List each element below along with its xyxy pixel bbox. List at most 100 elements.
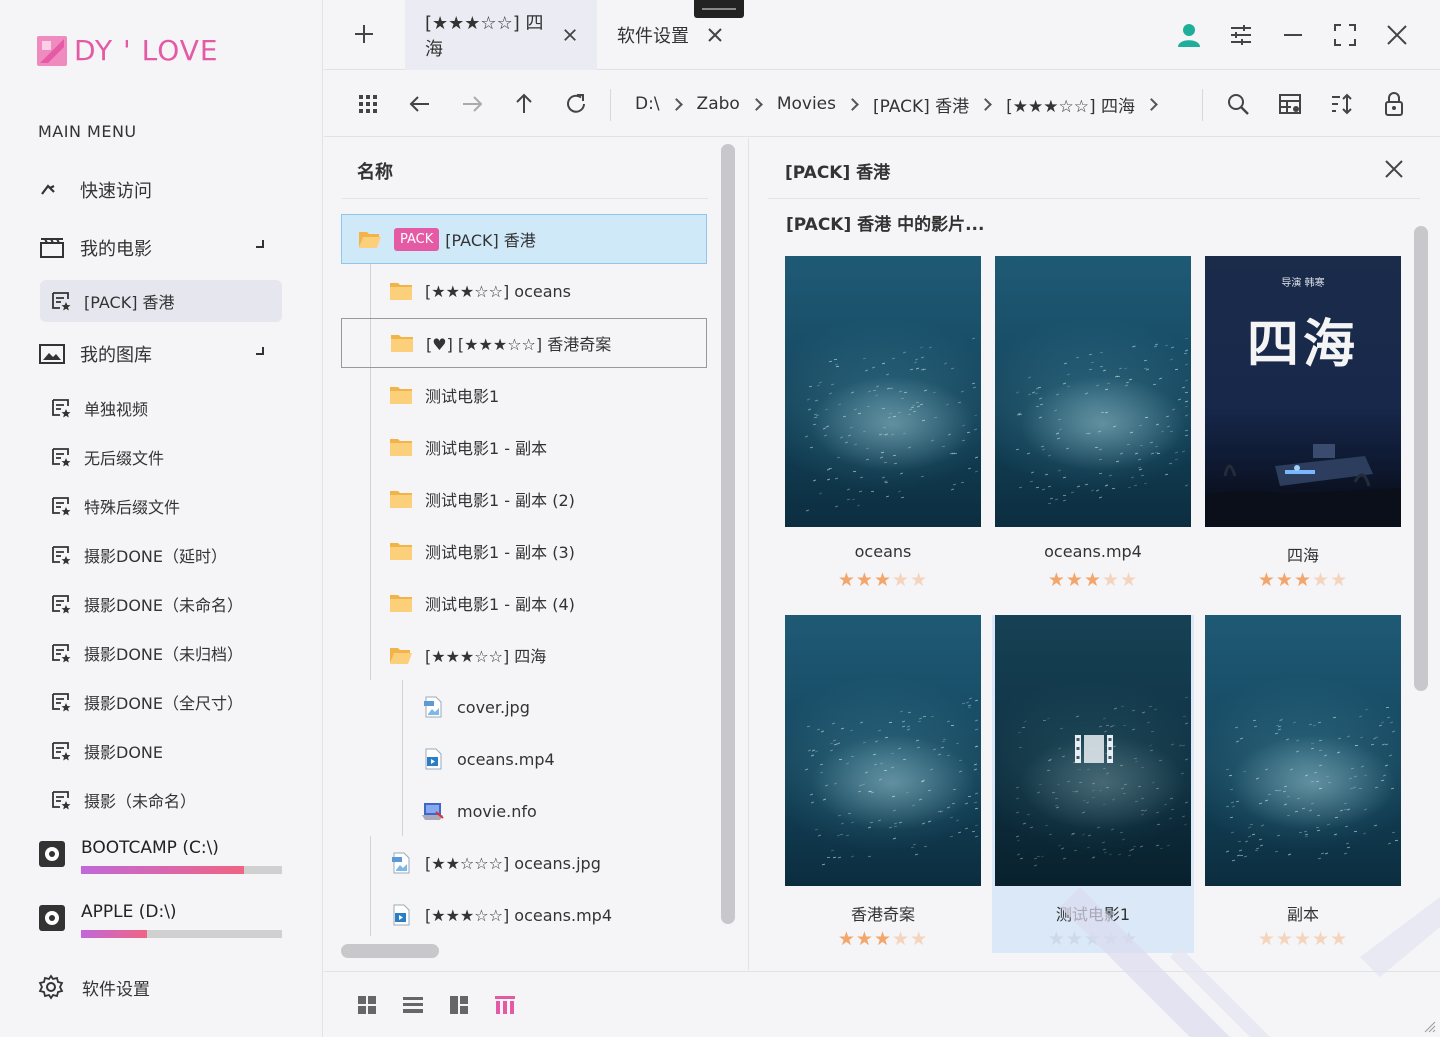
up-arrow-icon[interactable] xyxy=(511,91,537,117)
star-empty-icon[interactable]: ★ xyxy=(1312,569,1330,591)
movie-card[interactable]: 导演 韩寒 四海 四海 ★★★★★ xyxy=(1202,256,1404,594)
tree-row-folder[interactable]: 测试电影1 xyxy=(341,370,707,420)
close-tab-icon[interactable] xyxy=(707,27,723,43)
star-empty-icon[interactable]: ★ xyxy=(1120,569,1138,591)
sidebar-item-gallery-3[interactable]: 摄影DONE（延时） xyxy=(40,534,282,576)
star-empty-icon[interactable]: ★ xyxy=(1276,928,1294,950)
tree-row-folder[interactable]: 测试电影1 - 副本 (3) xyxy=(341,526,707,576)
star-empty-icon[interactable]: ★ xyxy=(1120,928,1138,950)
tree-row-file[interactable]: oceans.mp4 xyxy=(341,734,707,784)
movie-card[interactable]: oceans ★★★★★ xyxy=(782,256,984,594)
window-drag-handle[interactable] xyxy=(694,0,744,18)
star-filled-icon[interactable]: ★ xyxy=(856,928,874,950)
star-empty-icon[interactable]: ★ xyxy=(1258,928,1276,950)
maximize-icon[interactable] xyxy=(1332,22,1358,48)
drive-c[interactable]: BOOTCAMP (C:\) xyxy=(38,838,288,888)
tree-row-folder[interactable]: 测试电影1 - 副本 (4) xyxy=(341,578,707,628)
star-filled-icon[interactable]: ★ xyxy=(856,569,874,591)
star-empty-icon[interactable]: ★ xyxy=(1330,928,1348,950)
tree-row-file[interactable]: [★★☆☆☆] oceans.jpg xyxy=(341,838,707,888)
tree-row-file[interactable]: [★★★☆☆] oceans.mp4 xyxy=(341,890,707,940)
close-window-icon[interactable] xyxy=(1384,22,1410,48)
close-detail-icon[interactable] xyxy=(1383,158,1405,180)
sidebar-item-gallery-5[interactable]: 摄影DONE（未归档） xyxy=(40,632,282,674)
tree-vertical-scrollbar[interactable] xyxy=(721,144,735,924)
user-avatar-icon[interactable] xyxy=(1176,22,1202,48)
star-empty-icon[interactable]: ★ xyxy=(1048,928,1066,950)
star-filled-icon[interactable]: ★ xyxy=(874,928,892,950)
table-settings-icon[interactable] xyxy=(1277,91,1303,117)
breadcrumb-item[interactable]: Zabo xyxy=(697,94,740,114)
sidebar-item-gallery-4[interactable]: 摄影DONE（未命名） xyxy=(40,583,282,625)
movie-card[interactable]: 副本 ★★★★★ xyxy=(1202,615,1404,953)
grid-view-icon[interactable] xyxy=(356,994,378,1016)
star-empty-icon[interactable]: ★ xyxy=(1102,928,1120,950)
star-filled-icon[interactable]: ★ xyxy=(1084,569,1102,591)
star-filled-icon[interactable]: ★ xyxy=(1066,569,1084,591)
tree-row-file[interactable]: cover.jpg xyxy=(341,682,707,732)
sidebar-item-gallery-6[interactable]: 摄影DONE（全尺寸） xyxy=(40,681,282,723)
forward-arrow-icon[interactable] xyxy=(459,91,485,117)
sidebar-item-gallery-0[interactable]: 单独视频 xyxy=(40,387,282,429)
tree-row-file[interactable]: movie.nfo xyxy=(341,786,707,836)
sidebar-item-gallery-1[interactable]: 无后缀文件 xyxy=(40,436,282,478)
search-icon[interactable] xyxy=(1225,91,1251,117)
scrollbar-thumb[interactable] xyxy=(721,144,735,924)
nav-quick-access[interactable]: 快速访问 xyxy=(38,170,152,210)
nav-my-movies[interactable]: 我的电影 xyxy=(38,228,152,268)
star-filled-icon[interactable]: ★ xyxy=(874,569,892,591)
collapse-caret-icon[interactable] xyxy=(256,347,264,355)
breadcrumb-item[interactable]: [★★★☆☆] 四海 xyxy=(1006,92,1135,117)
star-filled-icon[interactable]: ★ xyxy=(1294,569,1312,591)
tree-row-folder[interactable]: 测试电影1 - 副本 (2) xyxy=(341,474,707,524)
star-filled-icon[interactable]: ★ xyxy=(838,569,856,591)
column-header-name[interactable]: 名称 xyxy=(357,158,393,184)
detail-vertical-scrollbar[interactable] xyxy=(1414,226,1428,691)
sort-icon[interactable] xyxy=(1329,91,1355,117)
breadcrumb-item[interactable]: D:\ xyxy=(635,94,660,114)
star-empty-icon[interactable]: ★ xyxy=(1066,928,1084,950)
star-empty-icon[interactable]: ★ xyxy=(1312,928,1330,950)
star-empty-icon[interactable]: ★ xyxy=(1084,928,1102,950)
list-view-icon[interactable] xyxy=(402,994,424,1016)
tree-row-folder[interactable]: [♥] [★★★☆☆] 香港奇案 xyxy=(341,318,707,368)
star-empty-icon[interactable]: ★ xyxy=(1294,928,1312,950)
tree-row-folder-sihai[interactable]: [★★★☆☆] 四海 xyxy=(341,630,707,680)
movie-card-selected[interactable]: 测试电影1 ★★★★★ xyxy=(992,615,1194,953)
add-tab-icon[interactable] xyxy=(352,22,376,46)
star-empty-icon[interactable]: ★ xyxy=(910,928,928,950)
apps-grid-icon[interactable] xyxy=(355,91,381,117)
drive-d[interactable]: APPLE (D:\) xyxy=(38,902,288,952)
resize-grip-icon[interactable] xyxy=(1422,1019,1436,1033)
refresh-icon[interactable] xyxy=(563,91,589,117)
tree-row-folder[interactable]: 测试电影1 - 副本 xyxy=(341,422,707,472)
sidebar-item-pack-hongkong[interactable]: [PACK] 香港 xyxy=(40,280,282,322)
star-filled-icon[interactable]: ★ xyxy=(1048,569,1066,591)
star-empty-icon[interactable]: ★ xyxy=(910,569,928,591)
tree-row-folder[interactable]: [★★★☆☆] oceans xyxy=(341,266,707,316)
back-arrow-icon[interactable] xyxy=(407,91,433,117)
lock-icon[interactable] xyxy=(1381,91,1407,117)
sidebar-item-gallery-7[interactable]: 摄影DONE xyxy=(40,730,282,772)
movie-card[interactable]: oceans.mp4 ★★★★★ xyxy=(992,256,1194,594)
star-filled-icon[interactable]: ★ xyxy=(1258,569,1276,591)
sidebar-settings[interactable]: 软件设置 xyxy=(38,974,150,1000)
sidebar-item-gallery-2[interactable]: 特殊后缀文件 xyxy=(40,485,282,527)
star-empty-icon[interactable]: ★ xyxy=(1102,569,1120,591)
close-tab-icon[interactable] xyxy=(563,27,577,43)
tree-horizontal-scrollbar[interactable] xyxy=(341,944,439,958)
tree-row-pack-hongkong[interactable]: PACK [PACK] 香港 xyxy=(341,214,707,264)
minimize-icon[interactable] xyxy=(1280,22,1306,48)
star-filled-icon[interactable]: ★ xyxy=(838,928,856,950)
sidebar-item-gallery-8[interactable]: 摄影（未命名） xyxy=(40,779,282,821)
star-empty-icon[interactable]: ★ xyxy=(892,928,910,950)
breadcrumb-item[interactable]: Movies xyxy=(777,94,836,114)
star-empty-icon[interactable]: ★ xyxy=(892,569,910,591)
split-view-icon[interactable] xyxy=(448,994,470,1016)
tab-sihai[interactable]: [★★★☆☆] 四海 xyxy=(405,0,597,70)
tune-icon[interactable] xyxy=(1228,22,1254,48)
collapse-caret-icon[interactable] xyxy=(256,240,264,248)
star-filled-icon[interactable]: ★ xyxy=(1276,569,1294,591)
star-empty-icon[interactable]: ★ xyxy=(1330,569,1348,591)
nav-my-gallery[interactable]: 我的图库 xyxy=(38,334,152,374)
